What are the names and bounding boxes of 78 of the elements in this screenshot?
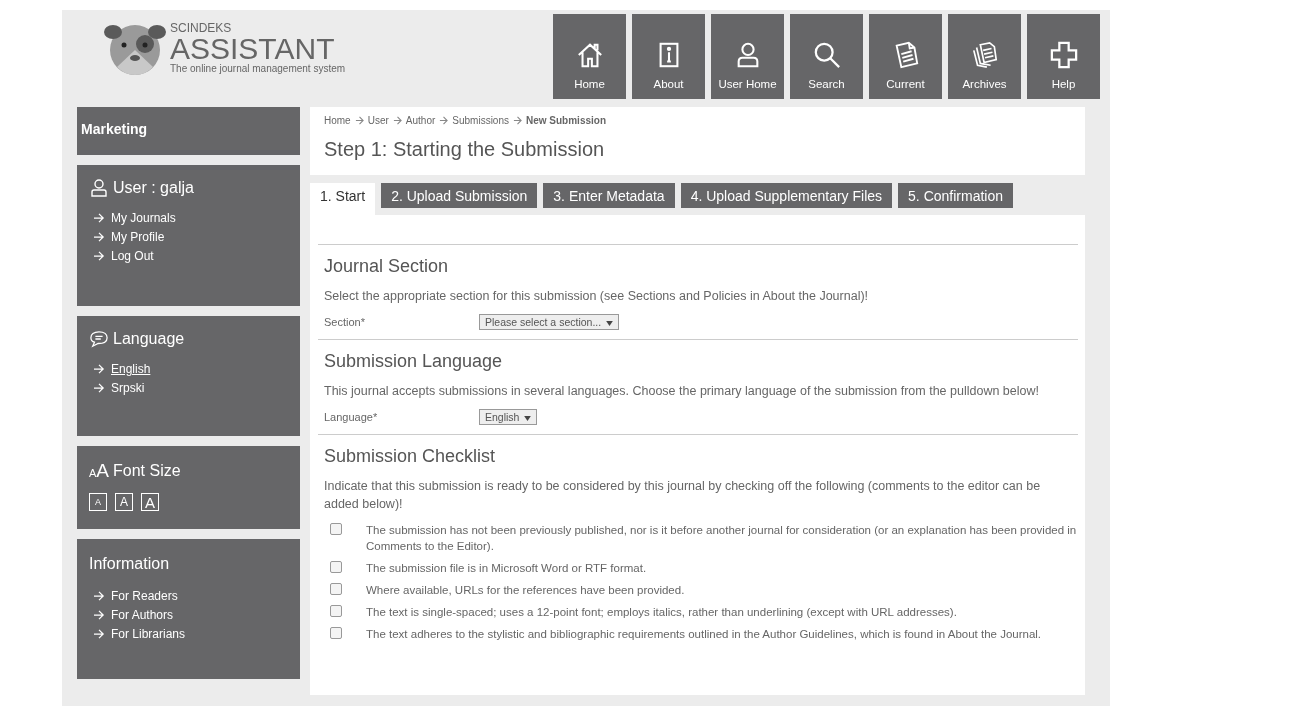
nav-button[interactable]: User Home xyxy=(711,14,784,99)
sidebar-link[interactable]: Log Out xyxy=(93,249,288,263)
nav-button[interactable]: Help xyxy=(1027,14,1100,99)
brand-title: ASSISTANT xyxy=(170,34,335,64)
arrow-icon xyxy=(93,383,105,393)
breadcrumb-link[interactable]: Author xyxy=(405,115,436,126)
breadcrumb-link[interactable]: User xyxy=(367,115,389,126)
font-size-button[interactable]: A xyxy=(141,493,159,511)
nav-button[interactable]: About xyxy=(632,14,705,99)
arrow-icon xyxy=(354,116,364,125)
dropdown[interactable]: English xyxy=(479,409,538,425)
checkbox[interactable] xyxy=(330,605,342,617)
breadcrumb-link[interactable]: Submissions xyxy=(452,115,509,126)
section-description: This journal accepts submissions in several languages. Choose the primary language of the submission from the pulldown below! xyxy=(324,383,1040,400)
sidebar-link[interactable]: My Journals xyxy=(93,211,288,225)
checklist-item: The submission has not been previously published, nor is it before another journal for consideration (or an explanation has been provided in Comments to the Editor). xyxy=(366,523,1078,554)
arrow-icon xyxy=(93,213,105,223)
checklist-item: The text adheres to the stylistic and bibliographic requirements outlined in the Author Guidelines, which is found in About the Journal. xyxy=(366,627,1042,642)
dropdown[interactable]: Please select a section... xyxy=(479,314,620,330)
panel-title: User : galja xyxy=(113,179,194,197)
font-size-button[interactable]: A xyxy=(89,493,107,511)
panel-title: Information xyxy=(89,555,170,573)
sidebar-link[interactable]: Srpski xyxy=(93,381,288,395)
arrow-icon xyxy=(93,251,105,261)
sidebar-link[interactable]: My Profile xyxy=(93,230,288,244)
arrow-icon xyxy=(93,591,105,601)
nav-button[interactable]: Current xyxy=(869,14,942,99)
brand-subtitle: SCINDEKS xyxy=(170,20,233,34)
caret-icon xyxy=(606,320,614,326)
sidebar-link[interactable]: For Readers xyxy=(93,589,288,603)
panel-title: Marketing xyxy=(81,121,149,137)
step-tab[interactable]: 4. Upload Supplementary Files xyxy=(680,183,893,208)
section-heading: Submission Language xyxy=(324,351,504,372)
breadcrumb-link[interactable]: New Submission xyxy=(526,115,606,126)
sidebar-link[interactable]: For Authors xyxy=(93,608,288,622)
search-icon xyxy=(812,41,841,69)
panel-title: Font Size xyxy=(113,462,181,480)
checkbox[interactable] xyxy=(330,561,342,573)
sidebar-link[interactable]: For Librarians xyxy=(93,627,288,641)
page-title: Step 1: Starting the Submission xyxy=(324,138,606,161)
arrow-icon xyxy=(93,364,105,374)
nav-button[interactable]: Archives xyxy=(948,14,1021,99)
panel-title: Language xyxy=(113,330,185,348)
arrow-icon xyxy=(439,116,449,125)
arrow-icon xyxy=(93,610,105,620)
arrow-icon xyxy=(392,116,402,125)
nav-button[interactable]: Home xyxy=(553,14,626,99)
checklist-item: The submission file is in Microsoft Word or RTF format. xyxy=(366,561,647,576)
home-icon xyxy=(575,41,604,69)
font-size-icon: AA xyxy=(89,460,110,482)
nav-button[interactable]: Search xyxy=(790,14,863,99)
field-label: Language* xyxy=(324,411,379,423)
field-label: Section* xyxy=(324,316,366,328)
caret-icon xyxy=(524,415,532,421)
arrow-icon xyxy=(93,629,105,639)
speech-bubble-icon xyxy=(89,330,109,348)
arrow-icon xyxy=(93,232,105,242)
checkbox[interactable] xyxy=(330,523,342,535)
documents-icon xyxy=(970,41,999,69)
section-description: Select the appropriate section for this submission (see Sections and Policies in About the Journal)! xyxy=(324,288,870,305)
section-description: Indicate that this submission is ready to be considered by this journal by checking off the following (comments to the editor can be added below)! xyxy=(324,478,1042,513)
step-tab[interactable]: 5. Confirmation xyxy=(898,183,1013,208)
user-icon xyxy=(89,179,109,197)
step-tab[interactable]: 1. Start xyxy=(310,183,376,215)
font-size-button[interactable]: A xyxy=(115,493,133,511)
arrow-icon xyxy=(513,116,522,125)
section-heading: Submission Checklist xyxy=(324,446,497,467)
step-tab[interactable]: 3. Enter Metadata xyxy=(543,183,675,208)
plus-icon xyxy=(1049,41,1078,69)
checklist-item: Where available, URLs for the references have been provided. xyxy=(366,583,685,598)
sidebar-link[interactable]: English xyxy=(93,362,288,376)
breadcrumb-link[interactable]: Home xyxy=(324,115,351,126)
checkbox[interactable] xyxy=(330,627,342,639)
step-tab[interactable]: 2. Upload Submission xyxy=(381,183,538,208)
section-heading: Journal Section xyxy=(324,256,450,277)
checkbox[interactable] xyxy=(330,583,342,595)
checklist-item: The text is single-spaced; uses a 12-point font; employs italics, rather than underlining (except with URL addresses). xyxy=(366,605,957,620)
tagline: The online journal management system xyxy=(170,64,346,74)
